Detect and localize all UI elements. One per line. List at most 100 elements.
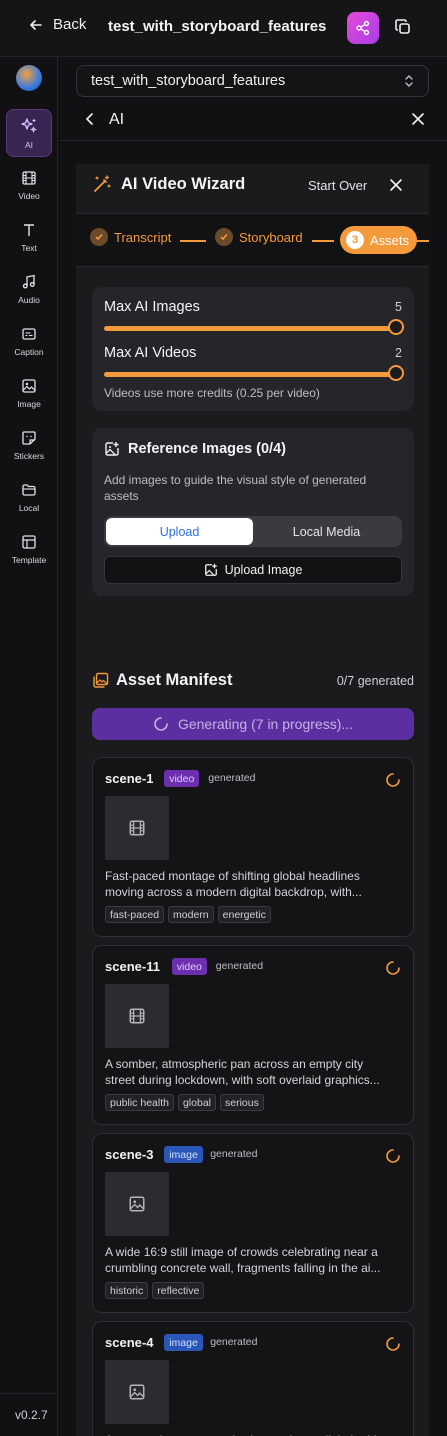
sidebar-item-video[interactable]: Video <box>6 161 52 209</box>
asset-description-line: Fast-paced montage of shifting global he… <box>105 869 360 883</box>
generating-button[interactable]: Generating (7 in progress)... <box>92 708 414 740</box>
step-transcript[interactable]: Transcript <box>90 228 171 246</box>
sidebar-item-label: Image <box>17 398 41 409</box>
step-label: Storyboard <box>239 229 303 245</box>
start-over-button[interactable]: Start Over <box>308 178 367 193</box>
sidebar-item-label: Audio <box>18 294 40 305</box>
chevron-left-icon[interactable] <box>82 111 98 127</box>
copy-button[interactable] <box>392 16 414 38</box>
tab-upload[interactable]: Upload <box>106 518 253 545</box>
back-button[interactable]: Back <box>28 16 86 33</box>
asset-type-badge: video <box>171 958 207 975</box>
slider-track[interactable] <box>104 372 394 377</box>
asset-tag: reflective <box>152 1282 205 1299</box>
asset-tag: fast-paced <box>105 906 165 923</box>
asset-tags: historic reflective <box>105 1282 205 1299</box>
share-icon <box>356 20 370 36</box>
slider-thumb[interactable] <box>388 319 404 335</box>
image-icon <box>129 1384 145 1400</box>
asset-status: generated <box>215 960 264 972</box>
sidebar-item-text[interactable]: Text <box>6 213 52 261</box>
chevron-up-down-icon <box>405 75 413 87</box>
text-icon <box>24 223 34 236</box>
sidebar-item-label: Video <box>18 190 40 201</box>
sidebar-item-caption[interactable]: Caption <box>6 317 52 365</box>
spinner-icon <box>386 773 400 787</box>
asset-thumbnail[interactable] <box>105 796 169 860</box>
slider-track[interactable] <box>104 326 394 331</box>
project-title: test_with_storyboard_features <box>108 18 327 35</box>
project-select-value: test_with_storyboard_features <box>91 73 286 89</box>
arrow-left-icon <box>30 19 42 30</box>
asset-tag: public health <box>105 1094 174 1111</box>
wizard-header: AI Video Wizard <box>92 174 245 194</box>
sidebar-item-stickers[interactable]: Stickers <box>6 421 52 469</box>
step-connector <box>312 240 334 242</box>
slider-thumb[interactable] <box>388 365 404 381</box>
asset-description-line: crumbling concrete wall, fragments falli… <box>105 1261 381 1275</box>
asset-card: scene-3 image generated A wide 16:9 still i… <box>92 1133 414 1313</box>
folder-icon <box>22 483 36 496</box>
asset-description-line: street during lockdown, with soft overla… <box>105 1073 380 1087</box>
asset-description: A wide 16:9 still image of crowds celebr… <box>105 1244 403 1276</box>
spinner-icon <box>386 1149 400 1163</box>
spinner-icon <box>154 717 168 731</box>
max-videos-slider[interactable]: Max AI Videos 2 <box>104 345 404 381</box>
asset-description: A retro-style computer glowing against a… <box>105 1432 403 1436</box>
limits-card: Max AI Images 5 Max AI Videos 2 Videos u… <box>92 287 414 411</box>
upload-image-button[interactable]: Upload Image <box>104 556 402 584</box>
asset-thumbnail[interactable] <box>105 1360 169 1424</box>
asset-thumbnail[interactable] <box>105 1172 169 1236</box>
app-version: v0.2.7 <box>15 1408 48 1422</box>
sidebar-item-image[interactable]: Image <box>6 369 52 417</box>
asset-thumbnail[interactable] <box>105 984 169 1048</box>
film-icon <box>22 170 36 185</box>
sidebar-item-audio[interactable]: Audio <box>6 265 52 313</box>
project-select[interactable]: test_with_storyboard_features <box>76 65 429 97</box>
upload-image-label: Upload Image <box>224 563 303 577</box>
film-icon <box>129 1008 145 1024</box>
slider-value: 2 <box>395 346 402 360</box>
reference-title: Reference Images (0/4) <box>128 441 286 457</box>
asset-tag: historic <box>105 1282 149 1299</box>
left-sidebar: AI Video Text Audio Caption Image Sticke… <box>0 57 58 1436</box>
slider-value: 5 <box>395 300 402 314</box>
asset-name: scene-1 <box>105 771 154 786</box>
asset-description-line: A somber, atmospheric pan across an empt… <box>105 1057 364 1071</box>
share-button[interactable] <box>347 12 379 44</box>
asset-tags: public health global serious <box>105 1094 264 1111</box>
sidebar-item-label: Stickers <box>13 450 45 461</box>
check-icon <box>215 228 233 246</box>
asset-status: generated <box>210 1148 258 1160</box>
step-label: Assets <box>370 232 410 248</box>
asset-tags: fast-paced modern energetic <box>105 906 271 923</box>
generating-label: Generating (7 in progress)... <box>177 716 354 732</box>
magic-wand-icon <box>94 175 111 192</box>
back-label: Back <box>53 16 87 33</box>
close-icon[interactable] <box>411 112 425 126</box>
film-icon <box>129 820 145 836</box>
reference-images-card: Reference Images (0/4) Add images to gui… <box>92 428 414 596</box>
close-icon[interactable] <box>389 178 403 192</box>
tab-local-media[interactable]: Local Media <box>253 518 400 545</box>
step-storyboard[interactable]: Storyboard <box>215 228 303 246</box>
reference-description-line: assets <box>104 489 139 503</box>
asset-name: scene-4 <box>105 1335 154 1350</box>
wizard-title: AI Video Wizard <box>121 174 246 193</box>
step-assets[interactable]: 3 Assets <box>340 226 418 254</box>
image-plus-icon <box>204 563 217 576</box>
slider-label: Max AI Videos <box>104 345 197 361</box>
sidebar-item-template[interactable]: Template <box>6 525 52 573</box>
reference-description-line: Add images to guide the visual style of … <box>104 473 367 487</box>
max-images-slider[interactable]: Max AI Images 5 <box>104 299 404 335</box>
sidebar-item-label: Text <box>21 242 37 253</box>
asset-manifest-header: Asset Manifest 0/7 generated <box>92 669 414 693</box>
panel-title: AI <box>109 111 125 128</box>
sidebar-item-ai[interactable]: AI <box>6 109 52 157</box>
asset-tag: serious <box>220 1094 264 1111</box>
sidebar-item-local[interactable]: Local <box>6 473 52 521</box>
credits-hint: Videos use more credits (0.25 per video) <box>104 386 320 400</box>
asset-card: scene-4 image generated A retro-style compu… <box>92 1321 414 1436</box>
sidebar-item-label: AI <box>24 139 34 150</box>
image-icon <box>129 1196 145 1212</box>
